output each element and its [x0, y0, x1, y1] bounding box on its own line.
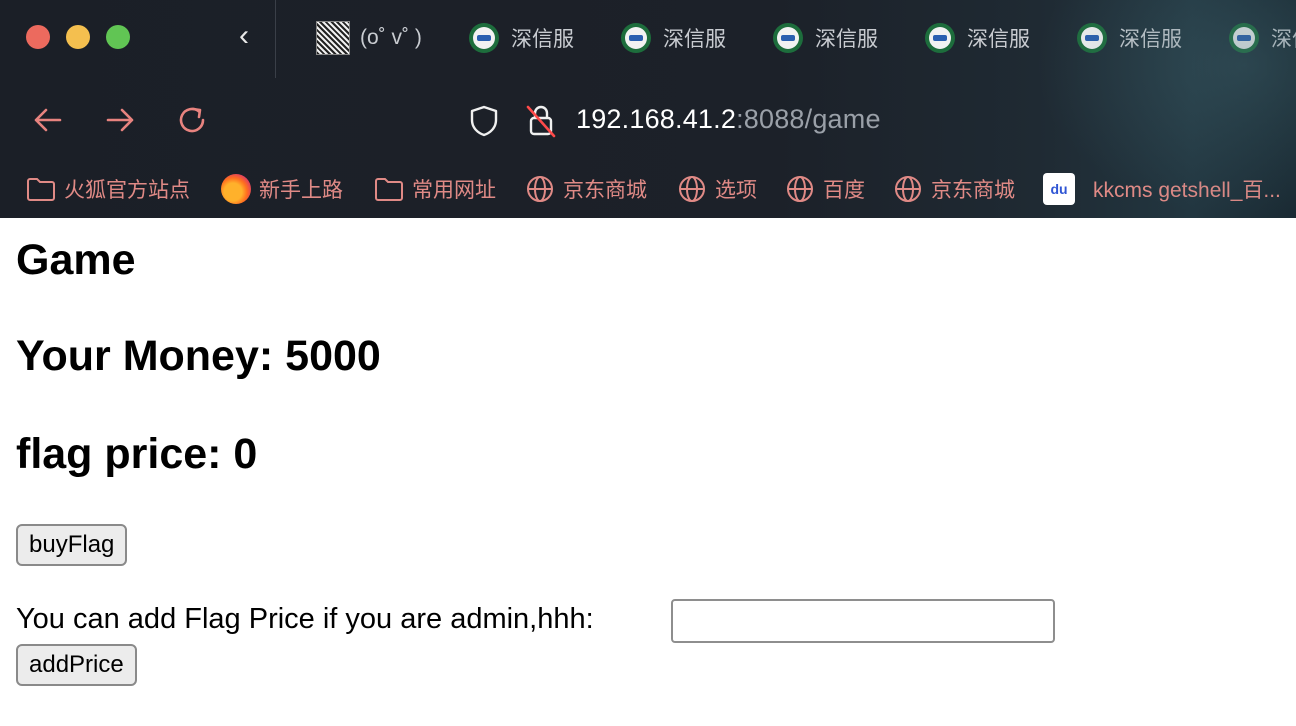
bookmark-label: 京东商城 [563, 179, 647, 202]
tab-sangfor-5[interactable]: 深信服 [1077, 18, 1182, 58]
tab-sangfor-1[interactable]: 深信服 [469, 18, 574, 58]
browser-chrome: ‹ (o˚ v˚ ) 深信服 深信服 深信服 深信服 深信服 深信 [0, 0, 1296, 218]
seal-favicon [469, 23, 499, 53]
tab-label: 深信服 [511, 28, 574, 51]
buy-flag-button[interactable]: buyFlag [16, 524, 128, 566]
tracking-shield-icon[interactable] [467, 104, 501, 138]
money-heading: Your Money: 5000 [16, 332, 381, 380]
bookmark-label: kkcms getshell_百... [1093, 179, 1281, 202]
flag-price-heading: flag price: 0 [16, 430, 258, 478]
bookmark-kkcms[interactable]: du kkcms getshell_百... [1043, 172, 1281, 206]
url-path: :8088/game [736, 104, 881, 134]
tab-sangfor-4[interactable]: 深信服 [925, 18, 1030, 58]
tab-divider [275, 0, 276, 78]
bookmark-jd-2[interactable]: 京东商城 [893, 172, 1015, 206]
seal-favicon [925, 23, 955, 53]
tab-label: 深信 [1271, 28, 1296, 51]
bookmark-common-sites[interactable]: 常用网址 [374, 172, 496, 206]
address-bar[interactable]: 192.168.41.2:8088/game [576, 104, 881, 135]
globe-icon [895, 176, 921, 202]
add-price-button[interactable]: addPrice [16, 644, 137, 686]
tab-scroll-left-icon[interactable]: ‹ [226, 18, 262, 56]
close-window-button[interactable] [26, 25, 50, 49]
reload-icon[interactable] [172, 100, 212, 140]
seal-favicon [773, 23, 803, 53]
bookmark-jd-1[interactable]: 京东商城 [525, 172, 647, 206]
bookmark-label: 京东商城 [931, 179, 1015, 202]
tab-label: 深信服 [1119, 28, 1182, 51]
bookmark-label: 选项 [715, 179, 757, 202]
globe-icon [787, 176, 813, 202]
folder-icon [27, 178, 55, 201]
insecure-lock-icon[interactable] [524, 103, 558, 139]
tab-sangfor-2[interactable]: 深信服 [621, 18, 726, 58]
seal-favicon [1229, 23, 1259, 53]
url-host: 192.168.41.2 [576, 104, 737, 134]
bookmark-label: 常用网址 [412, 179, 496, 202]
add-price-label: You can add Flag Price if you are admin,… [16, 603, 594, 635]
bookmark-label: 百度 [823, 179, 865, 202]
seal-favicon [621, 23, 651, 53]
tab-sangfor-3[interactable]: 深信服 [773, 18, 878, 58]
tab-label: (o˚ v˚ ) [360, 26, 422, 49]
firefox-icon [221, 174, 251, 204]
tab-sangfor-6[interactable]: 深信 [1229, 18, 1296, 58]
bookmark-firefox-official[interactable]: 火狐官方站点 [26, 172, 190, 206]
bookmark-label: 火狐官方站点 [64, 179, 190, 202]
bookmark-getting-started[interactable]: 新手上路 [221, 172, 343, 206]
baidu-icon: du [1043, 173, 1075, 205]
back-arrow-icon[interactable] [28, 100, 68, 140]
bookmark-baidu[interactable]: 百度 [785, 172, 865, 206]
add-price-input[interactable] [671, 599, 1055, 643]
page-title: Game [16, 236, 136, 284]
tab-label: 深信服 [815, 28, 878, 51]
bookmark-options[interactable]: 选项 [677, 172, 757, 206]
tab-label: 深信服 [663, 28, 726, 51]
tab-game[interactable]: (o˚ v˚ ) [316, 18, 422, 58]
zoom-window-button[interactable] [106, 25, 130, 49]
globe-icon [679, 176, 705, 202]
minimize-window-button[interactable] [66, 25, 90, 49]
qr-code-favicon [316, 21, 350, 55]
tab-label: 深信服 [967, 28, 1030, 51]
bookmark-label: 新手上路 [259, 179, 343, 202]
folder-icon [375, 178, 403, 201]
seal-favicon [1077, 23, 1107, 53]
forward-arrow-icon[interactable] [100, 100, 140, 140]
globe-icon [527, 176, 553, 202]
